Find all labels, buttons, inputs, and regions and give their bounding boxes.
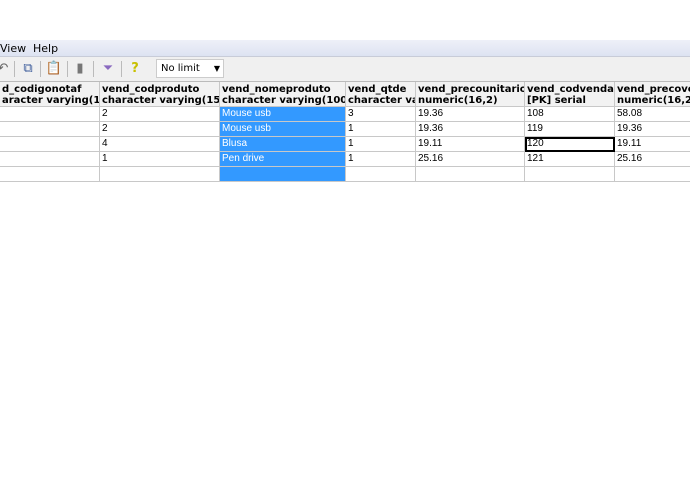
separator	[14, 61, 15, 77]
table-cell[interactable]: 121	[525, 152, 615, 167]
table-cell[interactable]: 19.11	[416, 137, 525, 152]
column-name: vend_precovenda	[617, 84, 690, 95]
table-cell[interactable]: 25.16	[615, 152, 690, 167]
column-name: vend_codvenda	[527, 84, 614, 95]
separator	[67, 61, 68, 77]
table-cell[interactable]	[0, 137, 100, 152]
table-cell[interactable]: 3	[346, 107, 416, 122]
column-type: [PK] serial	[527, 95, 586, 106]
table-cell[interactable]: 19.36	[615, 122, 690, 137]
separator	[93, 61, 94, 77]
table-cell[interactable]: 1	[346, 152, 416, 167]
table-cell[interactable]: 119	[525, 122, 615, 137]
menu-bar: View Help	[0, 40, 690, 57]
table-cell[interactable]: Mouse usb	[220, 122, 346, 137]
copy-icon[interactable]: ⧉	[19, 60, 37, 78]
menu-help[interactable]: Help	[33, 42, 58, 55]
column-type: numeric(16,2)	[617, 95, 690, 106]
table-cell[interactable]: 19.36	[416, 107, 525, 122]
table-cell[interactable]: 1	[346, 137, 416, 152]
table-cell[interactable]: 4	[100, 137, 220, 152]
table-cell[interactable]: Pen drive	[220, 152, 346, 167]
column-header[interactable]: vend_nomeproduto character varying(100)	[220, 82, 346, 107]
table-cell[interactable]: Mouse usb	[220, 107, 346, 122]
table-cell[interactable]: 1	[346, 122, 416, 137]
table-cell[interactable]: 108	[525, 107, 615, 122]
column-name: vend_precounitario	[418, 84, 525, 95]
column-header[interactable]: vend_codproduto character varying(15)	[100, 82, 220, 107]
filter-icon[interactable]: ⏷	[99, 60, 117, 78]
table-cell[interactable]	[0, 167, 100, 182]
table-row	[0, 167, 690, 182]
undo-icon[interactable]: ↶	[0, 60, 12, 78]
column-type: character varying	[348, 95, 415, 106]
column-type: character varying(100)	[222, 95, 346, 106]
table-cell[interactable]	[346, 167, 416, 182]
table-cell[interactable]: 19.11	[615, 137, 690, 152]
table-cell[interactable]: 120	[525, 137, 615, 152]
column-type: numeric(16,2)	[418, 95, 498, 106]
table-row: 4 Blusa 1 19.11 120 19.11	[0, 137, 690, 152]
separator	[121, 61, 122, 77]
table-row: 2 Mouse usb 1 19.36 119 19.36	[0, 122, 690, 137]
separator	[40, 61, 41, 77]
row-limit-select[interactable]: No limit ▼	[156, 59, 224, 78]
column-type: aracter varying(15)	[2, 95, 100, 106]
table-cell[interactable]	[0, 152, 100, 167]
table-row: 1 Pen drive 1 25.16 121 25.16	[0, 152, 690, 167]
table-row: 2 Mouse usb 3 19.36 108 58.08	[0, 107, 690, 122]
table-cell[interactable]: 58.08	[615, 107, 690, 122]
table-cell[interactable]: 1	[100, 152, 220, 167]
column-name: vend_qtde	[348, 84, 407, 95]
column-name: vend_codproduto	[102, 84, 200, 95]
column-header[interactable]: vend_codvenda [PK] serial	[525, 82, 615, 107]
table-cell[interactable]: 19.36	[416, 122, 525, 137]
table-cell[interactable]: 2	[100, 107, 220, 122]
table-cell[interactable]	[416, 167, 525, 182]
table-cell[interactable]	[525, 167, 615, 182]
help-icon[interactable]: ?	[126, 60, 144, 78]
table-cell[interactable]: 25.16	[416, 152, 525, 167]
table-cell[interactable]	[615, 167, 690, 182]
column-name: d_codigonotaf	[2, 84, 82, 95]
chevron-down-icon: ▼	[213, 64, 220, 73]
column-header[interactable]: d_codigonotafaracter varying(15)	[0, 82, 100, 107]
column-header[interactable]: vend_precounitario numeric(16,2)	[416, 82, 525, 107]
column-header[interactable]: vend_precovendanumeric(16,2)	[615, 82, 690, 107]
paste-icon[interactable]: 📋	[45, 60, 63, 78]
delete-icon[interactable]: ▮	[71, 60, 89, 78]
table-cell[interactable]	[0, 122, 100, 137]
row-limit-value: No limit	[161, 63, 200, 74]
table-cell[interactable]: Blusa	[220, 137, 346, 152]
table-cell[interactable]	[220, 167, 346, 182]
table-cell[interactable]	[0, 107, 100, 122]
column-header[interactable]: vend_qtdecharacter varying	[346, 82, 416, 107]
table-cell[interactable]	[100, 167, 220, 182]
column-type: character varying(15)	[102, 95, 220, 106]
toolbar: ↶ ⧉ 📋 ▮ ⏷ ? No limit ▼	[0, 57, 690, 82]
table-cell[interactable]: 2	[100, 122, 220, 137]
menu-view[interactable]: View	[0, 42, 26, 55]
column-name: vend_nomeproduto	[222, 84, 331, 95]
header-row: d_codigonotafaracter varying(15) vend_co…	[0, 82, 690, 107]
